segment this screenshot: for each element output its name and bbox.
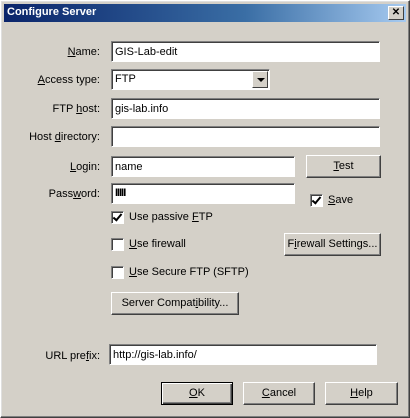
save-checkbox[interactable] bbox=[310, 194, 323, 207]
label-part: est bbox=[338, 160, 354, 172]
label-part: ccess type: bbox=[44, 74, 100, 86]
label-part: ord: bbox=[81, 188, 100, 200]
label-part: ost: bbox=[82, 103, 100, 115]
host-directory-label: Host directory: bbox=[21, 131, 100, 143]
label-part: TP bbox=[198, 211, 213, 223]
access-type-value: FTP bbox=[115, 73, 136, 85]
name-input[interactable] bbox=[111, 41, 380, 62]
host-directory-input[interactable] bbox=[111, 126, 380, 147]
server-compatibility-button[interactable]: Server Compatibility... bbox=[111, 292, 239, 315]
password-mask: IIIII bbox=[115, 187, 126, 199]
label-part: bility... bbox=[198, 297, 229, 309]
label-part: elp bbox=[358, 387, 373, 399]
label-part: ancel bbox=[269, 387, 297, 399]
test-button[interactable]: Test bbox=[306, 155, 381, 178]
cancel-button[interactable]: Cancel bbox=[243, 382, 315, 405]
label-accel: C bbox=[261, 387, 270, 399]
label-part: ave bbox=[335, 194, 354, 206]
label-accel: U bbox=[129, 238, 137, 250]
password-input[interactable]: IIIII bbox=[111, 183, 295, 204]
label-accel: U bbox=[129, 266, 137, 278]
login-label: Login: bbox=[21, 161, 100, 173]
label-accel: w bbox=[73, 188, 82, 200]
label-part: ix: bbox=[89, 350, 100, 362]
use-passive-ftp-checkbox[interactable] bbox=[111, 211, 124, 224]
label-part: se firewall bbox=[136, 238, 186, 250]
label-part: Server Compat bbox=[121, 297, 196, 309]
label-part: Host bbox=[29, 131, 55, 143]
window-title: Configure Server bbox=[7, 6, 97, 18]
use-firewall-checkbox[interactable] bbox=[111, 238, 124, 251]
label-part: ame: bbox=[75, 46, 100, 58]
use-firewall-label[interactable]: Use firewall bbox=[129, 238, 186, 250]
close-button[interactable]: ✕ bbox=[388, 6, 404, 20]
name-label: Name: bbox=[21, 46, 100, 58]
label-part: K bbox=[197, 387, 205, 399]
label-part: FTP bbox=[52, 103, 77, 115]
save-label[interactable]: Save bbox=[328, 194, 353, 206]
access-type-label: Access type: bbox=[21, 74, 100, 86]
label-part: Pass bbox=[48, 188, 74, 200]
label-part: Use passive bbox=[129, 211, 192, 223]
label-accel: O bbox=[189, 387, 198, 399]
url-prefix-input[interactable] bbox=[109, 344, 377, 365]
label-accel: A bbox=[37, 74, 45, 86]
title-bar[interactable]: Configure Server ✕ bbox=[4, 4, 406, 22]
access-type-select[interactable]: FTP bbox=[111, 69, 270, 90]
label-part: se Secure FTP (SFTP) bbox=[136, 266, 249, 278]
use-sftp-label[interactable]: Use Secure FTP (SFTP) bbox=[129, 266, 249, 278]
label-accel: H bbox=[350, 387, 359, 399]
firewall-settings-button[interactable]: Firewall Settings... bbox=[284, 233, 381, 256]
label-part: rewall Settings... bbox=[296, 238, 378, 250]
use-passive-ftp-label[interactable]: Use passive FTP bbox=[129, 211, 213, 223]
ftp-host-input[interactable] bbox=[111, 98, 380, 119]
label-part: URL pre bbox=[45, 350, 86, 362]
use-sftp-checkbox[interactable] bbox=[111, 266, 124, 279]
password-label: Password: bbox=[21, 188, 100, 200]
ok-button[interactable]: OK bbox=[161, 382, 233, 405]
label-accel: N bbox=[67, 46, 76, 58]
login-input[interactable] bbox=[111, 156, 295, 177]
label-part: irectory: bbox=[60, 131, 100, 143]
configure-server-dialog: Configure Server ✕ Name: Access type: FT… bbox=[0, 0, 410, 418]
label-part: ogin: bbox=[76, 161, 100, 173]
close-icon: ✕ bbox=[391, 7, 401, 18]
chevron-down-icon[interactable] bbox=[252, 71, 268, 88]
ftp-host-label: FTP host: bbox=[21, 103, 101, 115]
url-prefix-label: URL prefix: bbox=[21, 350, 100, 362]
label-accel: F bbox=[191, 211, 199, 223]
help-button[interactable]: Help bbox=[325, 382, 398, 405]
